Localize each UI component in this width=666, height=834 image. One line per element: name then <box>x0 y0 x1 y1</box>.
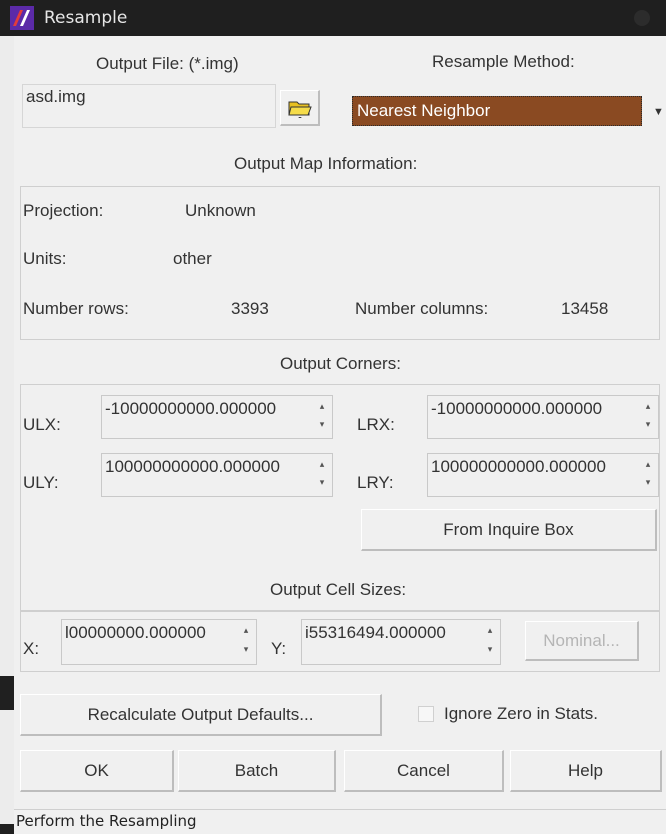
status-text: Perform the Resampling <box>16 812 197 830</box>
uly-spinner[interactable]: ▴ ▾ <box>315 457 329 493</box>
cell-y-value: i55316494.000000 <box>305 623 446 642</box>
columns-value: 13458 <box>561 299 609 318</box>
cell-y-spinner[interactable]: ▴ ▾ <box>483 623 497 661</box>
ok-button[interactable]: OK <box>20 750 174 792</box>
lry-label: LRY: <box>357 473 394 492</box>
folder-open-icon <box>287 101 312 118</box>
resample-method-select[interactable]: Nearest Neighbor <box>352 96 642 126</box>
cell-y-input[interactable]: i55316494.000000 <box>301 619 501 665</box>
lry-value: 100000000000.000000 <box>431 457 606 476</box>
uly-input[interactable]: 100000000000.000000 <box>101 453 333 497</box>
spin-down-icon[interactable]: ▾ <box>315 417 329 435</box>
corners-heading: Output Corners: <box>280 354 401 373</box>
spin-up-icon[interactable]: ▴ <box>239 623 253 642</box>
ulx-spinner[interactable]: ▴ ▾ <box>315 399 329 435</box>
spin-up-icon[interactable]: ▴ <box>483 623 497 642</box>
status-bar: Perform the Resampling <box>14 809 666 834</box>
cell-sizes-heading: Output Cell Sizes: <box>270 580 407 599</box>
ignore-zero-checkbox[interactable] <box>418 706 434 722</box>
ulx-input[interactable]: -10000000000.000000 <box>101 395 333 439</box>
map-info-heading: Output Map Information: <box>234 154 418 173</box>
batch-button[interactable]: Batch <box>178 750 336 792</box>
recalculate-defaults-button[interactable]: Recalculate Output Defaults... <box>20 694 382 736</box>
cancel-button[interactable]: Cancel <box>344 750 504 792</box>
cell-x-spinner[interactable]: ▴ ▾ <box>239 623 253 661</box>
cell-sizes-panel: X: l00000000.000000 ▴ ▾ Y: i55316494.0000… <box>20 610 660 672</box>
lrx-label: LRX: <box>357 415 395 434</box>
uly-value: 100000000000.000000 <box>105 457 280 476</box>
ignore-zero-label: Ignore Zero in Stats. <box>444 704 599 723</box>
columns-label: Number columns: <box>355 299 489 318</box>
spin-up-icon[interactable]: ▴ <box>641 457 655 475</box>
ulx-value: -10000000000.000000 <box>105 399 277 418</box>
window-title: Resample <box>44 8 128 28</box>
projection-value: Unknown <box>185 201 256 220</box>
resample-dialog: Output File: (*.img) asd.img Resample Me… <box>14 36 666 834</box>
spin-down-icon[interactable]: ▾ <box>641 475 655 493</box>
spin-down-icon[interactable]: ▾ <box>239 642 253 661</box>
resample-method-value: Nearest Neighbor <box>357 101 491 120</box>
output-file-value: asd.img <box>26 87 86 106</box>
background-window-edge <box>0 36 14 833</box>
rows-value: 3393 <box>231 299 269 318</box>
app-logo-icon <box>10 6 34 30</box>
spin-up-icon[interactable]: ▴ <box>315 399 329 417</box>
lry-spinner[interactable]: ▴ ▾ <box>641 457 655 493</box>
uly-label: ULY: <box>23 473 59 492</box>
lrx-value: -10000000000.000000 <box>431 399 603 418</box>
cell-x-label: X: <box>23 639 40 658</box>
ulx-label: ULX: <box>23 415 61 434</box>
cell-x-value: l00000000.000000 <box>65 623 206 642</box>
spin-down-icon[interactable]: ▾ <box>641 417 655 435</box>
resample-method-label: Resample Method: <box>432 52 575 71</box>
cell-x-input[interactable]: l00000000.000000 <box>61 619 257 665</box>
projection-label: Projection: <box>23 201 104 220</box>
close-icon[interactable] <box>634 10 650 26</box>
nominal-button[interactable]: Nominal... <box>525 621 639 661</box>
lry-input[interactable]: 100000000000.000000 <box>427 453 659 497</box>
spin-down-icon[interactable]: ▾ <box>483 642 497 661</box>
help-button[interactable]: Help <box>510 750 662 792</box>
lrx-spinner[interactable]: ▴ ▾ <box>641 399 655 435</box>
chevron-down-icon[interactable]: ▼ <box>653 106 664 118</box>
spin-up-icon[interactable]: ▴ <box>641 399 655 417</box>
lrx-input[interactable]: -10000000000.000000 <box>427 395 659 439</box>
units-value: other <box>173 249 212 268</box>
title-bar[interactable]: Resample <box>0 0 666 36</box>
spin-up-icon[interactable]: ▴ <box>315 457 329 475</box>
units-label: Units: <box>23 249 67 268</box>
from-inquire-box-button[interactable]: From Inquire Box <box>361 509 657 551</box>
output-file-label: Output File: (*.img) <box>96 54 239 73</box>
corners-panel: ULX: -10000000000.000000 ▴ ▾ LRX: -100000… <box>20 384 660 612</box>
browse-button[interactable] <box>280 90 320 126</box>
map-info-panel: Projection: Unknown Units: other Number … <box>20 186 660 340</box>
output-file-input[interactable]: asd.img <box>22 84 276 128</box>
cell-y-label: Y: <box>271 639 287 658</box>
rows-label: Number rows: <box>23 299 129 318</box>
spin-down-icon[interactable]: ▾ <box>315 475 329 493</box>
